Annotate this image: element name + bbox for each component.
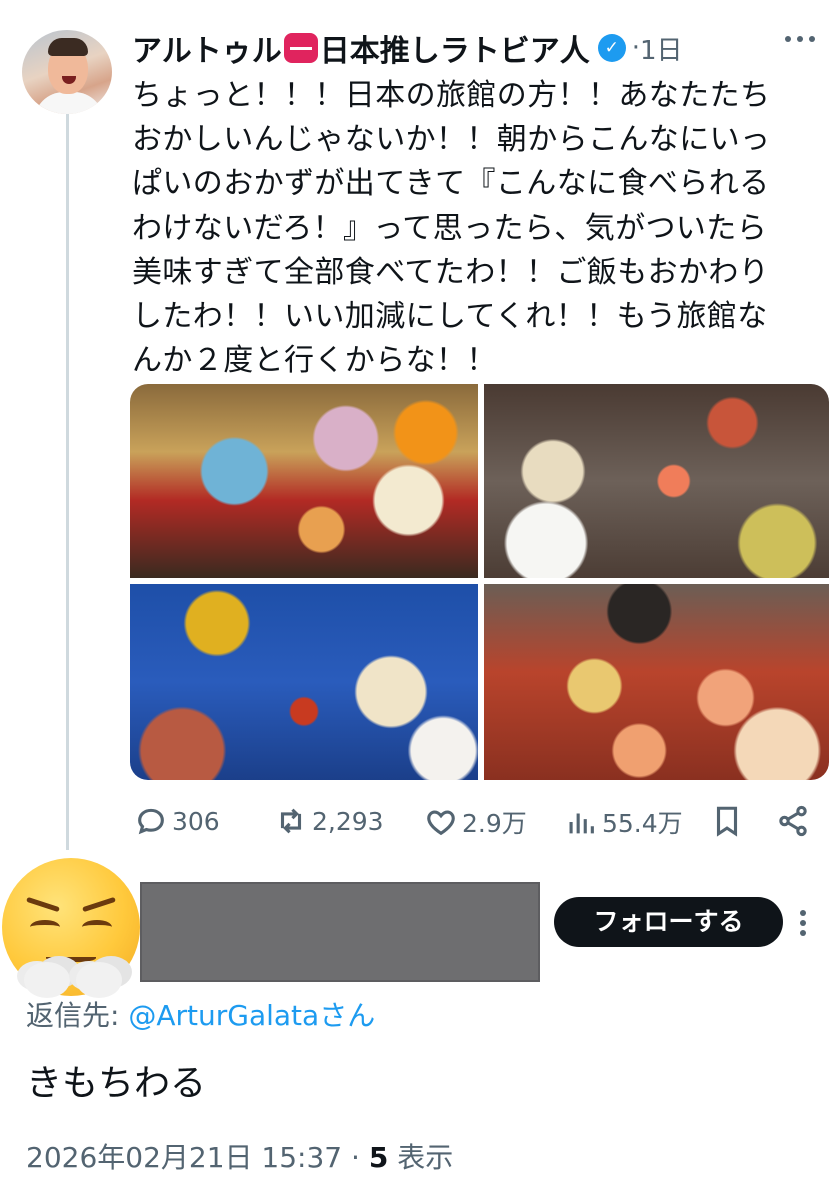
tweet-header: アルトゥル 日本推しラトビア人 ✓ · 1日 (132, 26, 683, 70)
retweet-button[interactable]: 2,293 (274, 804, 384, 838)
redacted-username-block (140, 882, 540, 982)
more-icon[interactable] (800, 910, 808, 936)
reply-meta: 2026年02月21日 15:37 · 5 表示 (26, 1136, 453, 1176)
reply-views-count: 5 (368, 1141, 389, 1174)
tweet-text-line: んか２度と行くからな！！ (132, 343, 497, 379)
tweet-text-line: ちょっと！！！日本の旅館の方！！あなたたち (132, 78, 771, 113)
media-photo-2[interactable] (484, 384, 829, 578)
reply-text: きもちわる (26, 1063, 207, 1104)
media-photo-3[interactable] (130, 584, 478, 780)
verified-badge-icon: ✓ (597, 34, 626, 62)
steaming-angry-face-emoji[interactable] (2, 858, 142, 1000)
views-button[interactable]: 55.4万 (564, 804, 683, 840)
tweet-actions: 306 2,293 2.9万 55.4万 (134, 800, 824, 848)
tweet-time[interactable]: 1日 (640, 30, 683, 67)
more-icon[interactable] (785, 36, 815, 46)
views-count: 55.4万 (602, 809, 683, 838)
reply-to-suffix: さん (319, 999, 376, 1032)
media-photo-1[interactable] (130, 384, 478, 578)
bookmark-button[interactable] (710, 804, 744, 838)
like-count: 2.9万 (462, 809, 527, 838)
bookmark-icon (716, 806, 738, 837)
tweet-text-line: おかしいんじゃないか！！朝からこんなにいっ (132, 122, 771, 158)
separator-dot: · (631, 33, 640, 63)
author-avatar[interactable] (22, 30, 112, 114)
heart-icon (427, 810, 455, 836)
views-chart-icon (569, 813, 594, 834)
author-name[interactable]: アルトゥル (132, 26, 282, 70)
follow-button[interactable]: フォローする (554, 897, 783, 947)
like-button[interactable]: 2.9万 (424, 804, 527, 840)
tweet-text-line: わけないだろ！』って思ったら、気がついたら (132, 210, 768, 246)
retweet-icon (280, 808, 302, 834)
tweet-text-line: したわ！！いい加減にしてくれ！！もう旅館な (132, 299, 768, 335)
reply-timestamp[interactable]: 2026年02月21日 15:37 · (26, 1141, 369, 1174)
reply-icon (138, 808, 164, 835)
share-button[interactable] (776, 804, 810, 838)
reply-button[interactable]: 306 (134, 804, 220, 838)
reply-count: 306 (172, 806, 220, 836)
media-grid (130, 384, 829, 780)
share-icon (779, 805, 807, 837)
retweet-count: 2,293 (312, 806, 384, 836)
reply-to-prefix: 返信先: (26, 999, 129, 1032)
reply-to-mention[interactable]: @ArturGalata (128, 999, 319, 1032)
reply-views-label: 表示 (388, 1141, 454, 1174)
tweet-text-line: 美味すぎて全部食べてたわ！！ご飯もおかわり (132, 254, 770, 290)
no-entry-emoji-icon (283, 33, 318, 63)
tweet-text: ちょっと！！！日本の旅館の方！！あなたたち おかしいんじゃないか！！朝からこんな… (132, 74, 822, 383)
tweet-text-line: ぱいのおかずが出てきて『こんなに食べられる (132, 166, 770, 202)
thread-connector-line (66, 112, 69, 850)
reply-to-line: 返信先: @ArturGalataさん (26, 994, 375, 1034)
divider (0, 855, 829, 856)
author-name-suffix[interactable]: 日本推しラトビア人 (320, 26, 590, 70)
media-photo-4[interactable] (484, 584, 829, 780)
